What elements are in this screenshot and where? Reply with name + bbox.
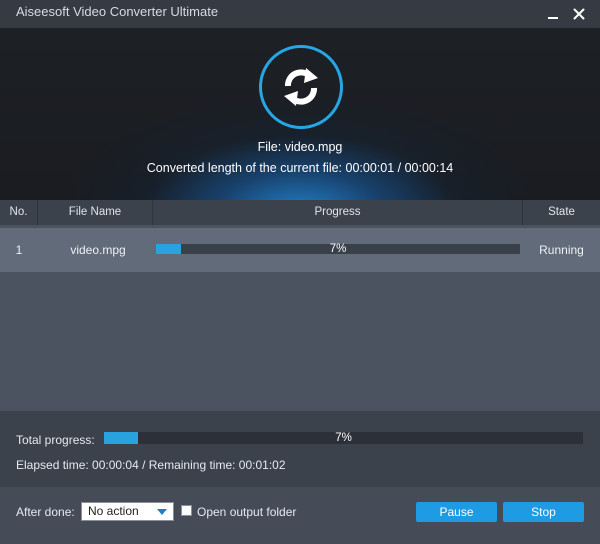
- task-table-header: No. File Name Progress State: [0, 200, 600, 225]
- row-number: 1: [15, 243, 23, 257]
- minimize-button[interactable]: [542, 3, 564, 25]
- converter-window: Aiseesoft Video Converter Ultimate File:…: [0, 0, 600, 544]
- converted-length-label: Converted length of the current file: 00…: [146, 161, 454, 175]
- total-progress-panel: Total progress: 7% Elapsed time: 00:00:0…: [0, 411, 600, 487]
- after-done-label: After done:: [16, 505, 75, 519]
- row-progress-label: 7%: [329, 243, 347, 255]
- elapsed-time-label: Elapsed time: 00:00:04 / Remaining time:…: [16, 458, 286, 472]
- column-header-progress: Progress: [153, 200, 523, 225]
- close-icon: [573, 8, 585, 20]
- open-output-folder-checkbox[interactable]: [181, 505, 192, 516]
- current-file-label: File: video.mpg: [257, 140, 343, 154]
- conversion-hero: File: video.mpg Converted length of the …: [0, 28, 600, 200]
- row-state: Running: [539, 243, 584, 257]
- column-header-file-name: File Name: [38, 200, 153, 225]
- row-progress-bar: 7%: [156, 243, 520, 255]
- table-row[interactable]: 1 video.mpg 7% Running: [0, 228, 600, 272]
- total-progress-label: Total progress:: [16, 433, 95, 447]
- stop-button[interactable]: Stop: [503, 502, 584, 522]
- column-header-no: No.: [0, 200, 38, 225]
- title-bar: Aiseesoft Video Converter Ultimate: [0, 0, 600, 28]
- open-output-folder-label[interactable]: Open output folder: [197, 505, 296, 519]
- column-header-state: State: [548, 206, 575, 218]
- pause-button[interactable]: Pause: [416, 502, 497, 522]
- minimize-icon: [548, 17, 558, 19]
- row-file-name: video.mpg: [70, 243, 126, 257]
- action-bar: After done: No action Open output folder…: [0, 487, 600, 544]
- total-progress-percent: 7%: [335, 432, 352, 444]
- total-progress-bar: 7%: [104, 432, 583, 444]
- refresh-icon: [284, 68, 318, 106]
- window-title: Aiseesoft Video Converter Ultimate: [16, 4, 219, 19]
- conversion-status-ring: [259, 45, 343, 129]
- close-button[interactable]: [568, 3, 590, 25]
- after-done-select[interactable]: No action: [81, 502, 174, 521]
- dropdown-arrow-icon: [157, 509, 167, 515]
- after-done-value: No action: [88, 504, 139, 518]
- task-table-body: 1 video.mpg 7% Running: [0, 225, 600, 411]
